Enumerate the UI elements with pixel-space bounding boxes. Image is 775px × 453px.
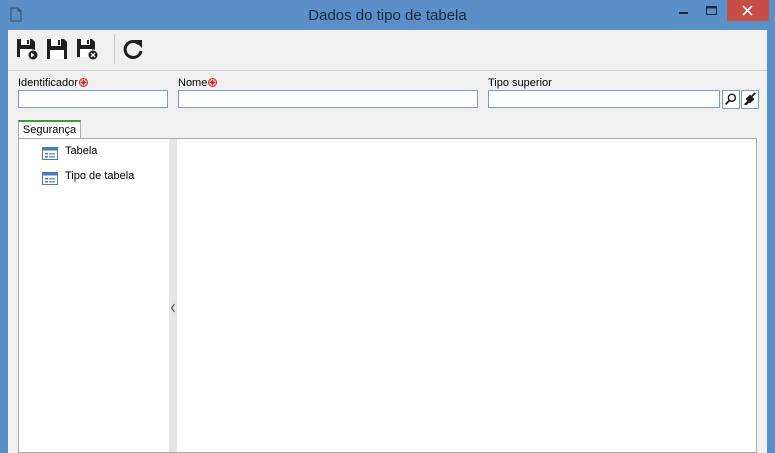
minimize-icon — [679, 12, 688, 14]
save-new-button[interactable] — [14, 36, 40, 62]
nome-label: Nome — [178, 77, 218, 89]
minimize-button[interactable] — [668, 0, 698, 22]
search-icon — [724, 93, 737, 106]
required-icon — [208, 78, 218, 87]
tree-item-label: Tipo de tabela — [65, 170, 135, 182]
refresh-button[interactable] — [120, 36, 146, 62]
save-close-icon — [77, 39, 99, 61]
tipo-superior-field[interactable] — [488, 90, 720, 108]
clear-button[interactable] — [741, 90, 759, 109]
save-icon — [47, 39, 67, 59]
close-icon — [742, 5, 753, 16]
tree-view: Tabela Tipo de tabela — [19, 139, 169, 452]
detail-content-area — [177, 139, 756, 452]
search-button[interactable] — [722, 90, 740, 109]
identificador-field[interactable] — [18, 90, 168, 108]
list-form-icon — [42, 172, 58, 185]
list-form-icon — [42, 147, 58, 160]
refresh-icon — [123, 39, 143, 59]
save-button[interactable] — [44, 36, 70, 62]
toolbar-separator — [114, 34, 115, 64]
save-close-button[interactable] — [74, 36, 100, 62]
window-title: Dados do tipo de tabela — [308, 7, 467, 24]
maximize-button[interactable] — [698, 0, 726, 22]
save-new-icon — [17, 39, 39, 61]
tipo-superior-label: Tipo superior — [488, 77, 552, 89]
close-button[interactable] — [727, 0, 769, 21]
tree-item-label: Tabela — [65, 145, 98, 157]
eraser-icon — [743, 92, 756, 106]
chevron-left-icon[interactable] — [170, 303, 176, 313]
title-bar[interactable]: Dados do tipo de tabela — [0, 0, 775, 30]
tab-seguranca[interactable]: Segurança — [18, 120, 81, 139]
toolbar — [8, 30, 767, 71]
tab-panel: Tabela Tipo de tabela — [18, 138, 757, 453]
app-window: Dados do tipo de tabela Identificador No… — [0, 0, 775, 453]
required-icon — [78, 78, 88, 87]
window-client-area: Identificador Nome Tipo superior Seguran… — [8, 30, 767, 453]
nome-field[interactable] — [178, 90, 478, 108]
splitter-handle[interactable] — [169, 139, 177, 452]
identificador-label: Identificador — [18, 77, 88, 89]
